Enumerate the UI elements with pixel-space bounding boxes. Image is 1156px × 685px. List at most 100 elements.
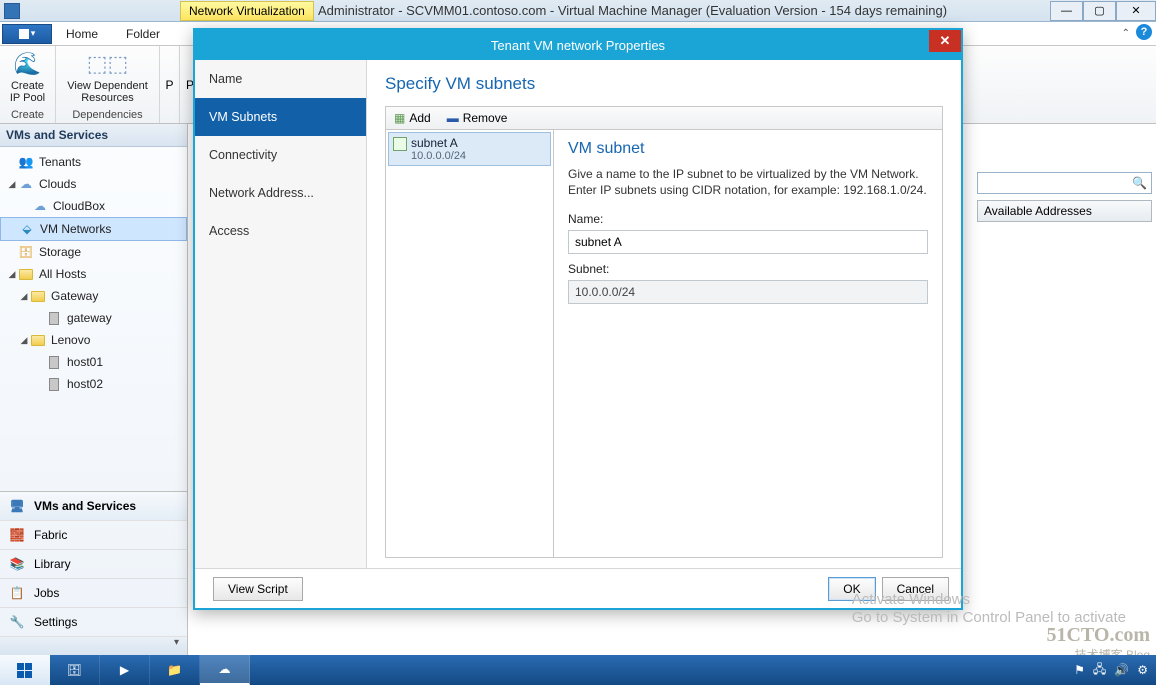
nav-host-gateway[interactable]: gateway bbox=[0, 307, 187, 329]
nav-host01[interactable]: host01 bbox=[0, 351, 187, 373]
start-button[interactable] bbox=[0, 655, 50, 685]
vms-icon: 🖥 bbox=[8, 498, 26, 514]
ribbon-create-ip-label: Create IP Pool bbox=[10, 80, 45, 104]
ws-settings[interactable]: 🔧Settings bbox=[0, 608, 187, 637]
file-menu-button[interactable]: ▾ bbox=[2, 24, 52, 44]
subnet-item-cidr: 10.0.0.0/24 bbox=[411, 150, 544, 162]
ribbon-group-create-label: Create bbox=[11, 109, 44, 121]
ip-pool-icon: 🌊 bbox=[12, 48, 44, 80]
workspace-switcher: 🖥VMs and Services 🧱Fabric 📚Library 📋Jobs… bbox=[0, 491, 187, 655]
dlg-nav-connectivity[interactable]: Connectivity bbox=[195, 136, 366, 174]
add-icon: ▦ bbox=[394, 111, 405, 125]
nav-vm-networks[interactable]: ⬙VM Networks bbox=[0, 217, 187, 241]
subnet-item-name: subnet A bbox=[411, 136, 544, 150]
ws-jobs[interactable]: 📋Jobs bbox=[0, 579, 187, 608]
taskbar: 🗄 ▶ 📁 ☁ ⚑ 🖧 🔊 ⚙ bbox=[0, 655, 1156, 685]
folder-icon bbox=[30, 288, 46, 304]
subnet-list-item[interactable]: subnet A 10.0.0.0/24 bbox=[388, 132, 551, 166]
chevron-down-icon[interactable]: ◢ bbox=[6, 269, 18, 280]
remove-icon: ▬ bbox=[447, 111, 459, 125]
nav-tree: 👥Tenants ◢☁Clouds ☁CloudBox ⬙VM Networks… bbox=[0, 147, 187, 491]
view-script-button[interactable]: View Script bbox=[213, 577, 303, 601]
ok-button[interactable]: OK bbox=[828, 577, 875, 601]
subnet-cidr-input[interactable] bbox=[568, 280, 928, 304]
search-icon: 🔍 bbox=[1132, 176, 1147, 190]
server-icon bbox=[46, 376, 62, 392]
system-tray: ⚑ 🖧 🔊 ⚙ bbox=[1074, 660, 1156, 681]
dlg-nav-network-address[interactable]: Network Address... bbox=[195, 174, 366, 212]
settings-icon: 🔧 bbox=[8, 614, 26, 630]
dialog-title: Tenant VM network Properties ✕ bbox=[195, 30, 961, 60]
tray-flag-icon[interactable]: ⚑ bbox=[1074, 663, 1085, 677]
subnet-label: Subnet: bbox=[568, 262, 928, 276]
taskbar-server-manager[interactable]: 🗄 bbox=[50, 655, 100, 685]
nav-storage[interactable]: 🗄Storage bbox=[0, 241, 187, 263]
subnet-name-input[interactable] bbox=[568, 230, 928, 254]
minimize-button[interactable]: — bbox=[1050, 1, 1083, 21]
server-icon bbox=[46, 354, 62, 370]
dlg-nav-name[interactable]: Name bbox=[195, 60, 366, 98]
detail-title: VM subnet bbox=[568, 140, 928, 158]
windows-logo-icon bbox=[17, 663, 32, 678]
storage-icon: 🗄 bbox=[18, 244, 34, 260]
dialog-close-button[interactable]: ✕ bbox=[929, 30, 961, 52]
window-titlebar: Network Virtualization Administrator - S… bbox=[0, 0, 1156, 22]
subnet-list: subnet A 10.0.0.0/24 bbox=[386, 130, 554, 557]
tray-sound-icon[interactable]: 🔊 bbox=[1114, 663, 1129, 677]
close-button[interactable]: ✕ bbox=[1116, 1, 1156, 21]
cloud-icon: ☁ bbox=[32, 198, 48, 214]
subnet-icon bbox=[393, 137, 407, 151]
tab-folder[interactable]: Folder bbox=[112, 22, 174, 46]
nav-all-hosts[interactable]: ◢All Hosts bbox=[0, 263, 187, 285]
tray-network-icon[interactable]: 🖧 bbox=[1093, 660, 1106, 681]
left-nav-header: VMs and Services bbox=[0, 124, 187, 147]
help-icon[interactable]: ? bbox=[1136, 24, 1152, 40]
nav-host02[interactable]: host02 bbox=[0, 373, 187, 395]
nav-gateway-group[interactable]: ◢Gateway bbox=[0, 285, 187, 307]
tenants-icon: 👥 bbox=[18, 154, 34, 170]
maximize-button[interactable]: ▢ bbox=[1083, 1, 1116, 21]
dialog-nav: Name VM Subnets Connectivity Network Add… bbox=[195, 60, 367, 568]
taskbar-vmm-console[interactable]: ☁ bbox=[200, 655, 250, 685]
cloud-icon: ☁ bbox=[18, 176, 34, 192]
window-title: Administrator - SCVMM01.contoso.com - Vi… bbox=[318, 3, 947, 18]
folder-icon bbox=[30, 332, 46, 348]
ws-library[interactable]: 📚Library bbox=[0, 550, 187, 579]
chevron-down-icon[interactable]: ◢ bbox=[6, 179, 18, 190]
nav-lenovo-group[interactable]: ◢Lenovo bbox=[0, 329, 187, 351]
name-label: Name: bbox=[568, 212, 928, 226]
tooltip-network-virtualization: Network Virtualization bbox=[180, 1, 314, 21]
tray-settings-icon[interactable]: ⚙ bbox=[1137, 663, 1148, 677]
nav-tenants[interactable]: 👥Tenants bbox=[0, 151, 187, 173]
add-subnet-button[interactable]: ▦Add bbox=[390, 111, 435, 125]
dlg-nav-vm-subnets[interactable]: VM Subnets bbox=[195, 98, 366, 136]
column-available-addresses[interactable]: Available Addresses bbox=[977, 200, 1152, 222]
tab-home[interactable]: Home bbox=[52, 22, 112, 46]
nav-clouds[interactable]: ◢☁Clouds bbox=[0, 173, 187, 195]
chevron-down-icon[interactable]: ◢ bbox=[18, 291, 30, 302]
library-icon: 📚 bbox=[8, 556, 26, 572]
cancel-button[interactable]: Cancel bbox=[882, 577, 949, 601]
ribbon-dep-label: View Dependent Resources bbox=[67, 80, 148, 104]
ribbon-create-ip-pool[interactable]: 🌊 Create IP Pool Create bbox=[0, 46, 56, 123]
search-input[interactable]: 🔍 bbox=[977, 172, 1152, 194]
ws-vms-services[interactable]: 🖥VMs and Services bbox=[0, 492, 187, 521]
dialog-vm-network-properties: Tenant VM network Properties ✕ Name VM S… bbox=[193, 28, 963, 610]
collapse-ribbon-icon[interactable]: ⌃ bbox=[1122, 28, 1130, 39]
server-icon bbox=[46, 310, 62, 326]
subnet-detail-pane: VM subnet Give a name to the IP subnet t… bbox=[554, 130, 942, 557]
ribbon-group-dep-label: Dependencies bbox=[72, 109, 142, 121]
ws-fabric[interactable]: 🧱Fabric bbox=[0, 521, 187, 550]
ribbon-view-dependent[interactable]: ⬚⬚ View Dependent Resources Dependencies bbox=[56, 46, 160, 123]
dependencies-icon: ⬚⬚ bbox=[92, 48, 124, 80]
dialog-main: Specify VM subnets ▦Add ▬Remove subnet A… bbox=[367, 60, 961, 568]
taskbar-powershell[interactable]: ▶ bbox=[100, 655, 150, 685]
dialog-footer: View Script OK Cancel bbox=[195, 568, 961, 608]
chevron-down-icon[interactable]: ◢ bbox=[18, 335, 30, 346]
nav-cloudbox[interactable]: ☁CloudBox bbox=[0, 195, 187, 217]
remove-subnet-button[interactable]: ▬Remove bbox=[443, 111, 512, 125]
left-nav-pane: VMs and Services 👥Tenants ◢☁Clouds ☁Clou… bbox=[0, 124, 188, 655]
fabric-icon: 🧱 bbox=[8, 527, 26, 543]
dlg-nav-access[interactable]: Access bbox=[195, 212, 366, 250]
taskbar-explorer[interactable]: 📁 bbox=[150, 655, 200, 685]
